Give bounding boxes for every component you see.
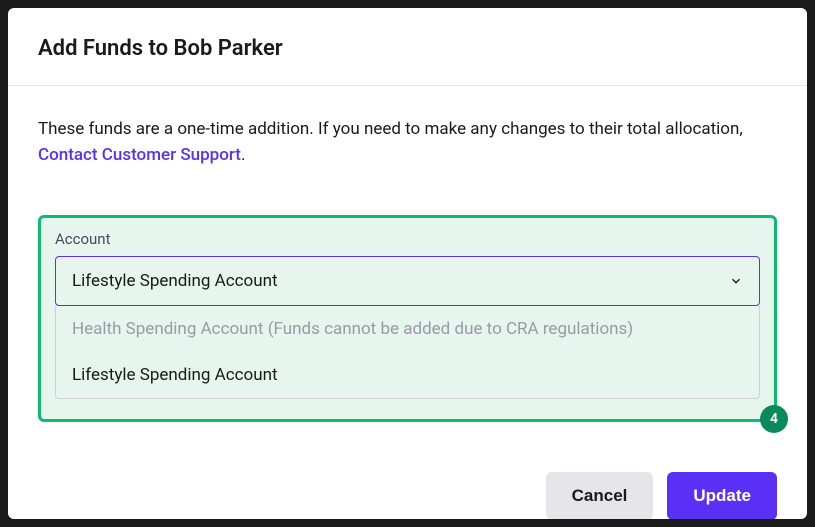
account-dropdown[interactable]: Lifestyle Spending Account [55,256,760,306]
step-badge: 4 [760,405,788,433]
account-option-lifestyle[interactable]: Lifestyle Spending Account [56,352,759,398]
modal-body: These funds are a one-time addition. If … [8,86,807,452]
account-selected-value: Lifestyle Spending Account [72,271,278,291]
modal-title: Add Funds to Bob Parker [38,36,777,61]
cancel-button[interactable]: Cancel [546,472,654,519]
update-button[interactable]: Update [667,472,777,519]
modal-footer: Cancel Update [8,452,807,519]
info-text: These funds are a one-time addition. If … [38,116,777,169]
account-highlight-box: Account Lifestyle Spending Account Healt… [38,215,777,422]
account-label: Account [55,230,760,248]
account-option-health: Health Spending Account (Funds cannot be… [56,306,759,352]
info-text-part1: These funds are a one-time addition. If … [38,119,743,139]
modal-header: Add Funds to Bob Parker [8,8,807,86]
add-funds-modal: Add Funds to Bob Parker These funds are … [8,8,807,519]
account-dropdown-list: Health Spending Account (Funds cannot be… [55,306,760,399]
chevron-down-icon [729,274,743,288]
contact-support-link[interactable]: Contact Customer Support [38,145,241,165]
info-text-part2: . [241,145,245,165]
